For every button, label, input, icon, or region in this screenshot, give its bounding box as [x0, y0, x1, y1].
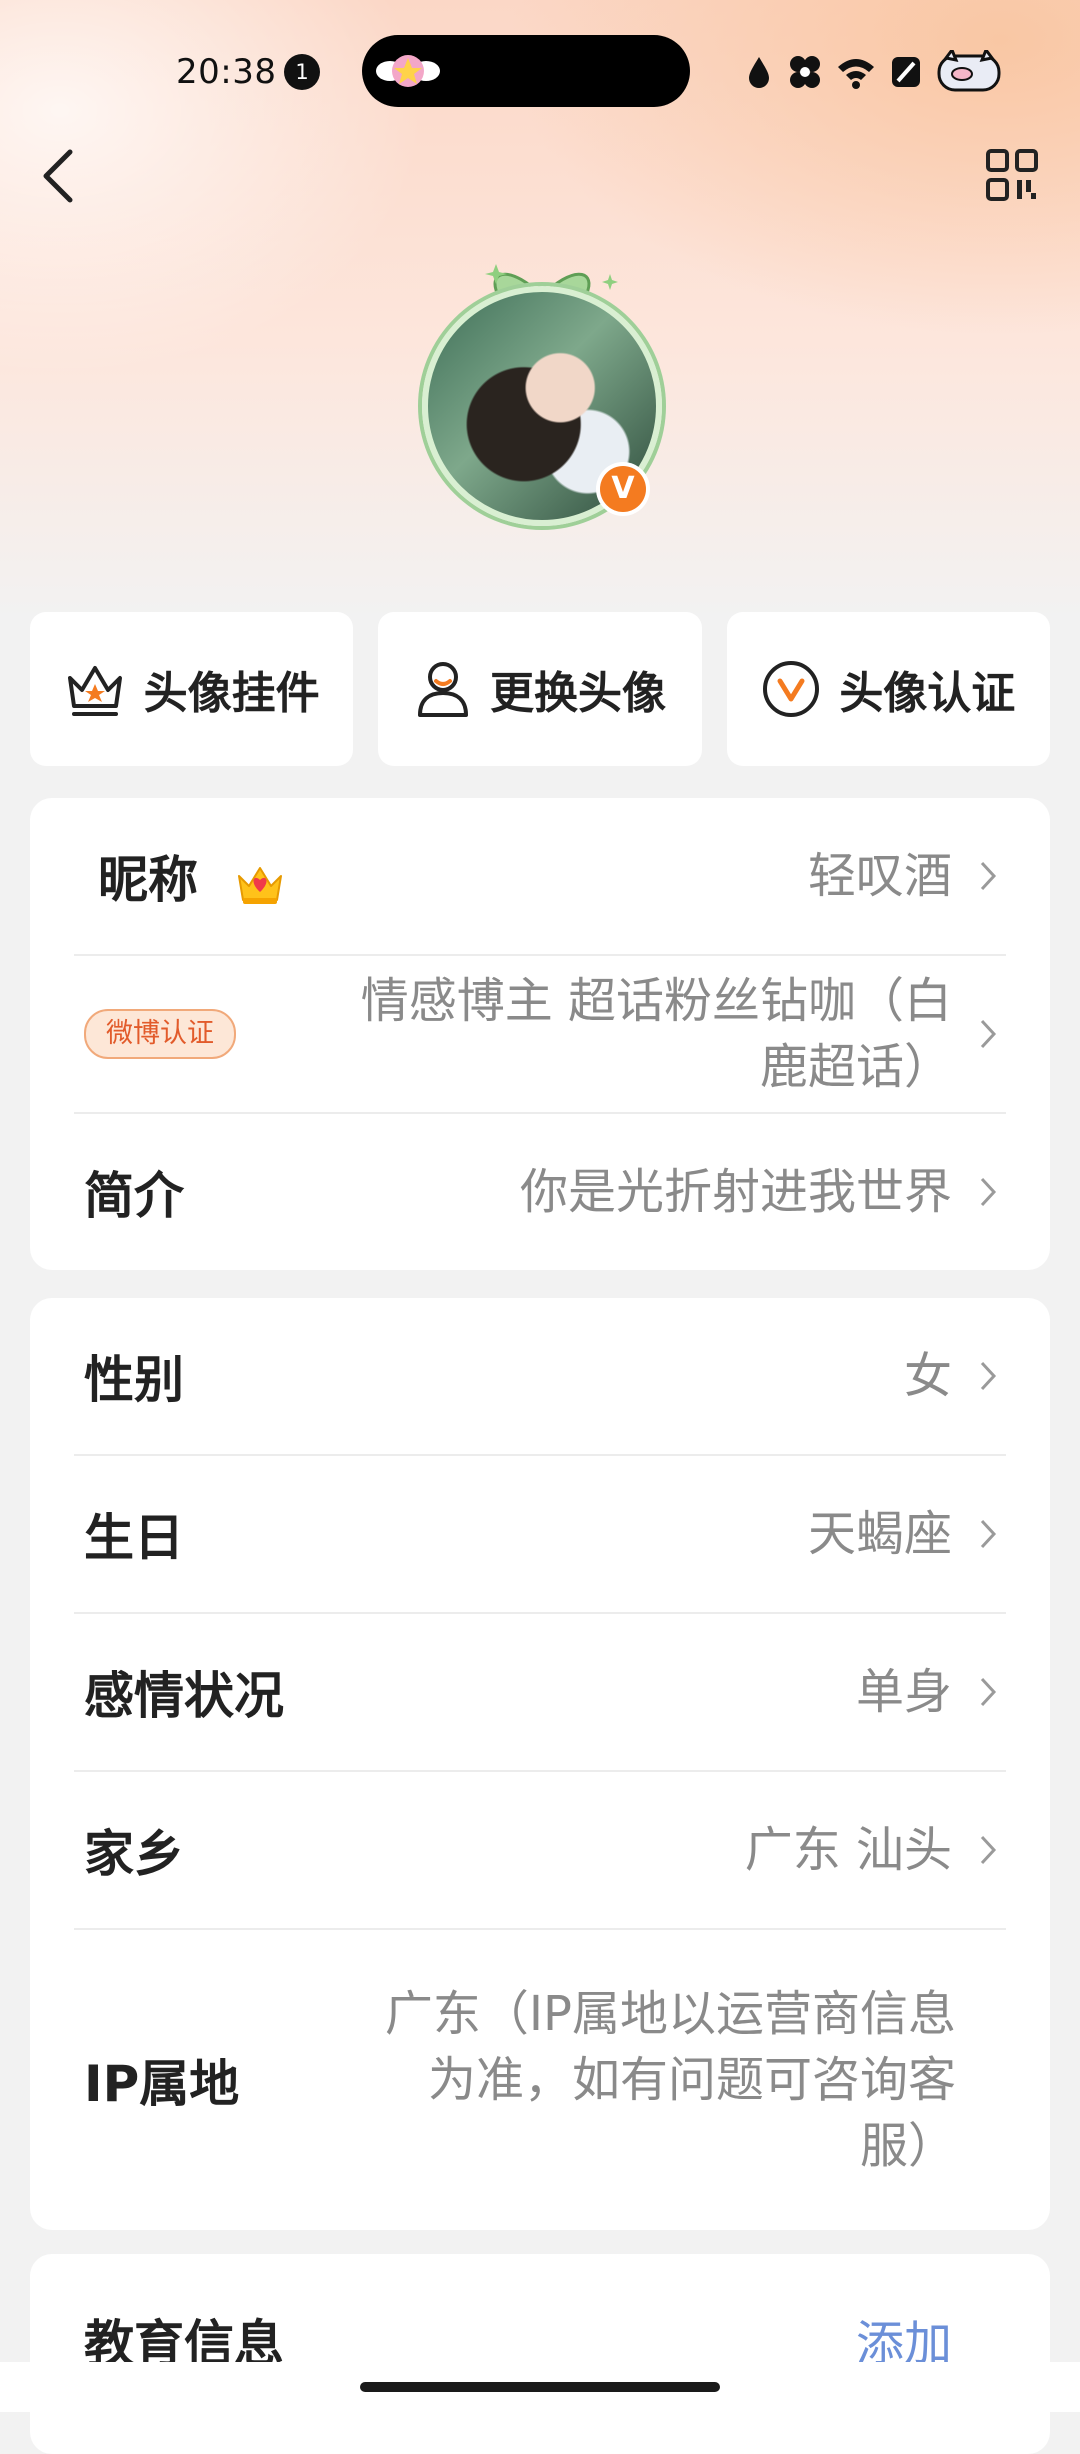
status-time: 20:38 [176, 52, 277, 92]
education-card: 教育信息 添加 [30, 2254, 1050, 2454]
ip-value-line3: 服） [859, 2118, 956, 2174]
chevron-right-icon [980, 1519, 997, 1549]
nickname-row[interactable]: 昵称 轻叹酒 [74, 798, 1006, 956]
ip-value-line1: 广东（IP属地以运营商信息 [384, 1986, 956, 2042]
dynamic-island [362, 35, 690, 107]
chevron-right-icon [980, 1361, 997, 1391]
avatar-actions: 头像挂件 更换头像 头像认证 [30, 612, 1050, 766]
chevron-right-icon [980, 1019, 997, 1049]
drop-icon [749, 57, 769, 88]
details-card: 性别 女 生日 天蝎座 感情状况 单身 家乡 广东 汕头 IP属地 广东（IP属… [30, 1298, 1050, 2230]
bio-label: 简介 [84, 1167, 184, 1225]
bio-value: 你是光折射进我世界 [519, 1164, 952, 1220]
profile-info-card: 昵称 轻叹酒 微博认证 情感博主 超话粉丝钻咖（白 鹿超话） 简介 你是光折射进… [30, 798, 1050, 1270]
birthday-row[interactable]: 生日 天蝎座 [74, 1456, 1006, 1614]
bio-row[interactable]: 简介 你是光折射进我世界 [74, 1114, 1006, 1270]
home-indicator[interactable] [360, 2382, 720, 2392]
chevron-right-icon [980, 1677, 997, 1707]
weibo-certification-row[interactable]: 微博认证 情感博主 超话粉丝钻咖（白 鹿超话） [74, 956, 1006, 1114]
gender-row[interactable]: 性别 女 [74, 1298, 1006, 1456]
pig-icon [937, 50, 1001, 92]
weibo-cert-value: 情感博主 超话粉丝钻咖（白 鹿超话） [361, 968, 952, 1100]
chevron-right-icon [980, 1835, 997, 1865]
qr-code-button[interactable] [985, 148, 1039, 202]
relationship-value: 单身 [855, 1664, 952, 1720]
hometown-row[interactable]: 家乡 广东 汕头 [74, 1772, 1006, 1930]
birthday-value: 天蝎座 [807, 1506, 952, 1562]
relationship-row[interactable]: 感情状况 单身 [74, 1614, 1006, 1772]
chevron-right-icon [980, 1177, 997, 1207]
v-circle-icon [763, 661, 820, 717]
crown-frame-icon [67, 666, 122, 716]
nickname-label: 昵称 [98, 851, 198, 909]
status-bar: 20:38 1 [0, 35, 1080, 107]
weibo-cert-value-line2: 鹿超话） [759, 1039, 952, 1095]
change-avatar-label: 更换头像 [489, 668, 666, 719]
mute-icon [892, 57, 920, 87]
wifi-icon [838, 59, 874, 89]
ip-location-label: IP属地 [84, 2055, 240, 2113]
relationship-label: 感情状况 [84, 1667, 284, 1725]
star-badge-icon [376, 55, 440, 87]
gender-label: 性别 [84, 1351, 184, 1409]
avatar-verify-label: 头像认证 [839, 668, 1016, 719]
change-avatar-button[interactable]: 更换头像 [378, 612, 702, 766]
gender-value: 女 [903, 1348, 952, 1404]
ip-location-row: IP属地 广东（IP属地以运营商信息 为准，如有问题可咨询客 服） [74, 1930, 1006, 2230]
ip-value-line2: 为准，如有问题可咨询客 [427, 2052, 956, 2108]
person-icon [417, 662, 468, 717]
hometown-value: 广东 汕头 [744, 1822, 952, 1878]
chevron-right-icon [980, 861, 997, 891]
avatar-verify-button[interactable]: 头像认证 [726, 612, 1050, 766]
system-icons [744, 50, 1002, 92]
home-indicator-bar [0, 2362, 1080, 2412]
avatar-section[interactable]: V [412, 262, 672, 530]
notification-count: 1 [284, 54, 320, 90]
bluetooth-icon [790, 56, 820, 88]
nickname-value: 轻叹酒 [807, 848, 952, 904]
avatar-pendant-label: 头像挂件 [143, 668, 320, 719]
weibo-cert-tag: 微博认证 [84, 1009, 236, 1059]
back-button[interactable] [36, 146, 88, 206]
hometown-label: 家乡 [84, 1825, 184, 1883]
ip-location-value: 广东（IP属地以运营商信息 为准，如有问题可咨询客 服） [385, 1981, 956, 2179]
birthday-label: 生日 [84, 1509, 184, 1567]
avatar-pendant-button[interactable]: 头像挂件 [30, 612, 354, 766]
verified-badge: V [596, 462, 650, 516]
weibo-cert-value-line1: 情感博主 超话粉丝钻咖（白 [360, 973, 952, 1029]
crown-icon [238, 866, 283, 904]
